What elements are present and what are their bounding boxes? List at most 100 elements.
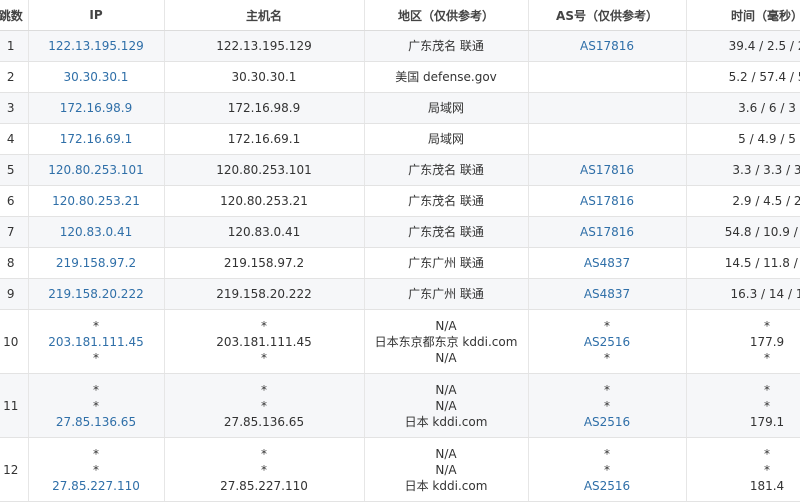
ip-cell: 30.30.30.1 xyxy=(28,62,164,93)
region-cell-value: N/A xyxy=(365,446,528,462)
asn-cell-value[interactable]: AS4837 xyxy=(529,255,686,271)
time-cell: 39.4 / 2.5 / 2 xyxy=(686,31,800,62)
time-cell-value: * xyxy=(707,318,800,334)
asn-cell: AS4837 xyxy=(528,279,686,310)
asn-cell: AS17816 xyxy=(528,217,686,248)
asn-cell-value[interactable]: AS17816 xyxy=(529,162,686,178)
time-cell-value: 16.3 / 14 / 1 xyxy=(707,286,800,302)
hostname-cell-value: * xyxy=(165,350,364,366)
table-header-row: 跳数 IP 主机名 地区（仅供参考） AS号（仅供参考） 时间（毫秒） xyxy=(0,0,800,31)
ip-cell: 172.16.98.9 xyxy=(28,93,164,124)
time-cell-value: 179.1 xyxy=(707,414,800,430)
region-cell-value: 广东茂名 联通 xyxy=(365,224,528,240)
asn-cell-value xyxy=(529,131,686,147)
time-cell-value: 3.3 / 3.3 / 3 xyxy=(707,162,800,178)
ip-cell-value[interactable]: 219.158.97.2 xyxy=(29,255,164,271)
region-cell: 广东茂名 联通 xyxy=(364,217,528,248)
region-cell-value: 广东广州 联通 xyxy=(365,286,528,302)
ip-cell: 120.80.253.101 xyxy=(28,155,164,186)
asn-cell-value: * xyxy=(529,382,686,398)
region-cell: N/AN/A日本 kddi.com xyxy=(364,438,528,502)
hostname-cell-value: * xyxy=(165,462,364,478)
asn-cell: **AS2516 xyxy=(528,438,686,502)
region-cell-value: N/A xyxy=(365,318,528,334)
asn-cell-value[interactable]: AS17816 xyxy=(529,224,686,240)
hostname-cell-value: 219.158.97.2 xyxy=(165,255,364,271)
ip-cell-value[interactable]: 27.85.136.65 xyxy=(29,414,164,430)
time-cell-value: 181.4 xyxy=(707,478,800,494)
asn-cell xyxy=(528,93,686,124)
ip-cell-value[interactable]: 30.30.30.1 xyxy=(29,69,164,85)
time-cell-value: 177.9 xyxy=(707,334,800,350)
region-cell: 广东广州 联通 xyxy=(364,279,528,310)
hostname-cell-value: * xyxy=(165,382,364,398)
ip-cell-value[interactable]: 122.13.195.129 xyxy=(29,38,164,54)
hostname-cell-value: 120.80.253.101 xyxy=(165,162,364,178)
asn-cell-value[interactable]: AS17816 xyxy=(529,38,686,54)
asn-cell-value[interactable]: AS2516 xyxy=(529,478,686,494)
ip-cell-value[interactable]: 172.16.98.9 xyxy=(29,100,164,116)
header-hostname: 主机名 xyxy=(164,0,364,31)
region-cell-value: N/A xyxy=(365,350,528,366)
ip-cell-value: * xyxy=(29,318,164,334)
asn-cell-value[interactable]: AS17816 xyxy=(529,193,686,209)
region-cell-value: 局域网 xyxy=(365,131,528,147)
hop-number: 1 xyxy=(0,31,28,62)
asn-cell-value: * xyxy=(529,462,686,478)
asn-cell-value[interactable]: AS4837 xyxy=(529,286,686,302)
hop-number: 6 xyxy=(0,186,28,217)
table-row: 11**27.85.136.65**27.85.136.65N/AN/A日本 k… xyxy=(0,374,800,438)
ip-cell: 219.158.20.222 xyxy=(28,279,164,310)
hostname-cell: 120.80.253.21 xyxy=(164,186,364,217)
ip-cell-value: * xyxy=(29,382,164,398)
asn-cell xyxy=(528,124,686,155)
region-cell-value: 局域网 xyxy=(365,100,528,116)
ip-cell-value[interactable]: 120.83.0.41 xyxy=(29,224,164,240)
asn-cell-value[interactable]: AS2516 xyxy=(529,414,686,430)
asn-cell xyxy=(528,62,686,93)
region-cell-value: 日本东京都东京 kddi.com xyxy=(365,334,528,350)
table-row: 10*203.181.111.45**203.181.111.45*N/A日本东… xyxy=(0,310,800,374)
hop-number: 8 xyxy=(0,248,28,279)
ip-cell-value[interactable]: 219.158.20.222 xyxy=(29,286,164,302)
time-cell: 3.6 / 6 / 3 xyxy=(686,93,800,124)
header-time: 时间（毫秒） xyxy=(686,0,800,31)
header-hop: 跳数 xyxy=(0,0,28,31)
hop-number: 12 xyxy=(0,438,28,502)
ip-cell-value[interactable]: 172.16.69.1 xyxy=(29,131,164,147)
hostname-cell: 120.80.253.101 xyxy=(164,155,364,186)
ip-cell: 120.83.0.41 xyxy=(28,217,164,248)
time-cell-value: * xyxy=(707,462,800,478)
hostname-cell-value: 27.85.136.65 xyxy=(165,414,364,430)
hostname-cell: 122.13.195.129 xyxy=(164,31,364,62)
time-cell-value: * xyxy=(707,350,800,366)
ip-cell-value[interactable]: 120.80.253.101 xyxy=(29,162,164,178)
ip-cell-value: * xyxy=(29,350,164,366)
asn-cell: AS17816 xyxy=(528,186,686,217)
hostname-cell: 219.158.20.222 xyxy=(164,279,364,310)
hostname-cell: 172.16.98.9 xyxy=(164,93,364,124)
asn-cell-value[interactable]: AS2516 xyxy=(529,334,686,350)
region-cell-value: N/A xyxy=(365,382,528,398)
region-cell-value: 广东茂名 联通 xyxy=(365,162,528,178)
time-cell: 14.5 / 11.8 / 1 xyxy=(686,248,800,279)
region-cell-value: N/A xyxy=(365,398,528,414)
time-cell-value: 54.8 / 10.9 / 1 xyxy=(707,224,800,240)
asn-cell-value: * xyxy=(529,398,686,414)
ip-cell-value[interactable]: 27.85.227.110 xyxy=(29,478,164,494)
traceroute-table: 跳数 IP 主机名 地区（仅供参考） AS号（仅供参考） 时间（毫秒） 1122… xyxy=(0,0,800,502)
table-row: 230.30.30.130.30.30.1美国 defense.gov5.2 /… xyxy=(0,62,800,93)
asn-cell: AS17816 xyxy=(528,31,686,62)
hostname-cell-value: * xyxy=(165,318,364,334)
header-ip: IP xyxy=(28,0,164,31)
hostname-cell: 30.30.30.1 xyxy=(164,62,364,93)
hostname-cell: **27.85.136.65 xyxy=(164,374,364,438)
time-cell: *177.9* xyxy=(686,310,800,374)
hop-number: 7 xyxy=(0,217,28,248)
ip-cell-value[interactable]: 203.181.111.45 xyxy=(29,334,164,350)
time-cell-value: * xyxy=(707,382,800,398)
hostname-cell-value: 120.80.253.21 xyxy=(165,193,364,209)
time-cell-value: 5 / 4.9 / 5 xyxy=(707,131,800,147)
ip-cell-value[interactable]: 120.80.253.21 xyxy=(29,193,164,209)
ip-cell-value: * xyxy=(29,398,164,414)
